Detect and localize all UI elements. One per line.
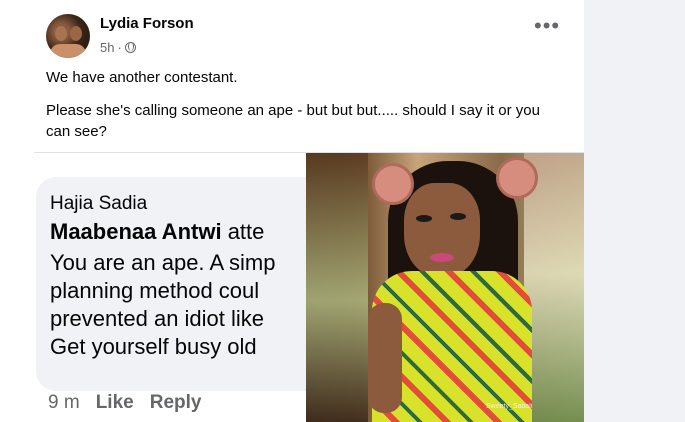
facebook-post: Lydia Forson 5h · ••• We have another co…: [34, 0, 584, 160]
comment-mention-rest: atte: [227, 219, 265, 244]
photo-lips: [430, 253, 454, 262]
post-text-line2: Please she's calling someone an ape - bu…: [46, 102, 540, 140]
more-options-icon[interactable]: •••: [534, 15, 560, 37]
feed-background-right: [584, 0, 685, 422]
bear-ear-filter-left: [372, 163, 414, 205]
comment-actions: 9 m Like Reply: [48, 392, 201, 414]
comment-line-2: planning method coul: [50, 278, 260, 303]
meta-separator: ·: [117, 40, 122, 55]
comment-line-4: Get yourself busy old: [50, 334, 257, 359]
comment-mention-line: Maabenaa Antwi atte: [50, 219, 264, 245]
comment-like-link: Like: [95, 392, 134, 413]
photo-arm: [368, 303, 402, 413]
selfie-photo: Sweety_Sabali: [306, 153, 584, 422]
comment-line-3: prevented an idiot like: [50, 306, 265, 331]
photo-face: [404, 183, 480, 277]
avatar-bodies: [50, 44, 86, 58]
photo-watermark: Sweety_Sabali: [486, 403, 533, 410]
photo-eye-right: [450, 213, 466, 220]
comment-reply-link: Reply: [149, 392, 202, 413]
avatar-face-right: [70, 26, 82, 41]
photo-eye-left: [416, 215, 432, 222]
photo-blur-right: [524, 153, 584, 422]
post-text-line1: We have another contestant.: [46, 69, 238, 86]
bear-ear-filter-right: [496, 157, 538, 199]
post-meta: 5h ·: [100, 40, 136, 55]
photo-blur-left: [306, 153, 368, 422]
comment-time: 9 m: [48, 392, 80, 413]
globe-icon: [124, 42, 136, 53]
post-image[interactable]: Hajia Sadia Maabenaa Antwi atte You are …: [0, 153, 584, 422]
comment-mention: Maabenaa Antwi: [50, 219, 222, 244]
author-avatar[interactable]: [46, 14, 90, 58]
avatar-face-left: [55, 26, 67, 41]
comment-line-1: You are an ape. A simp: [50, 250, 276, 275]
comment-author: Hajia Sadia: [50, 193, 148, 214]
author-name[interactable]: Lydia Forson: [100, 15, 194, 32]
post-time[interactable]: 5h: [100, 40, 114, 55]
